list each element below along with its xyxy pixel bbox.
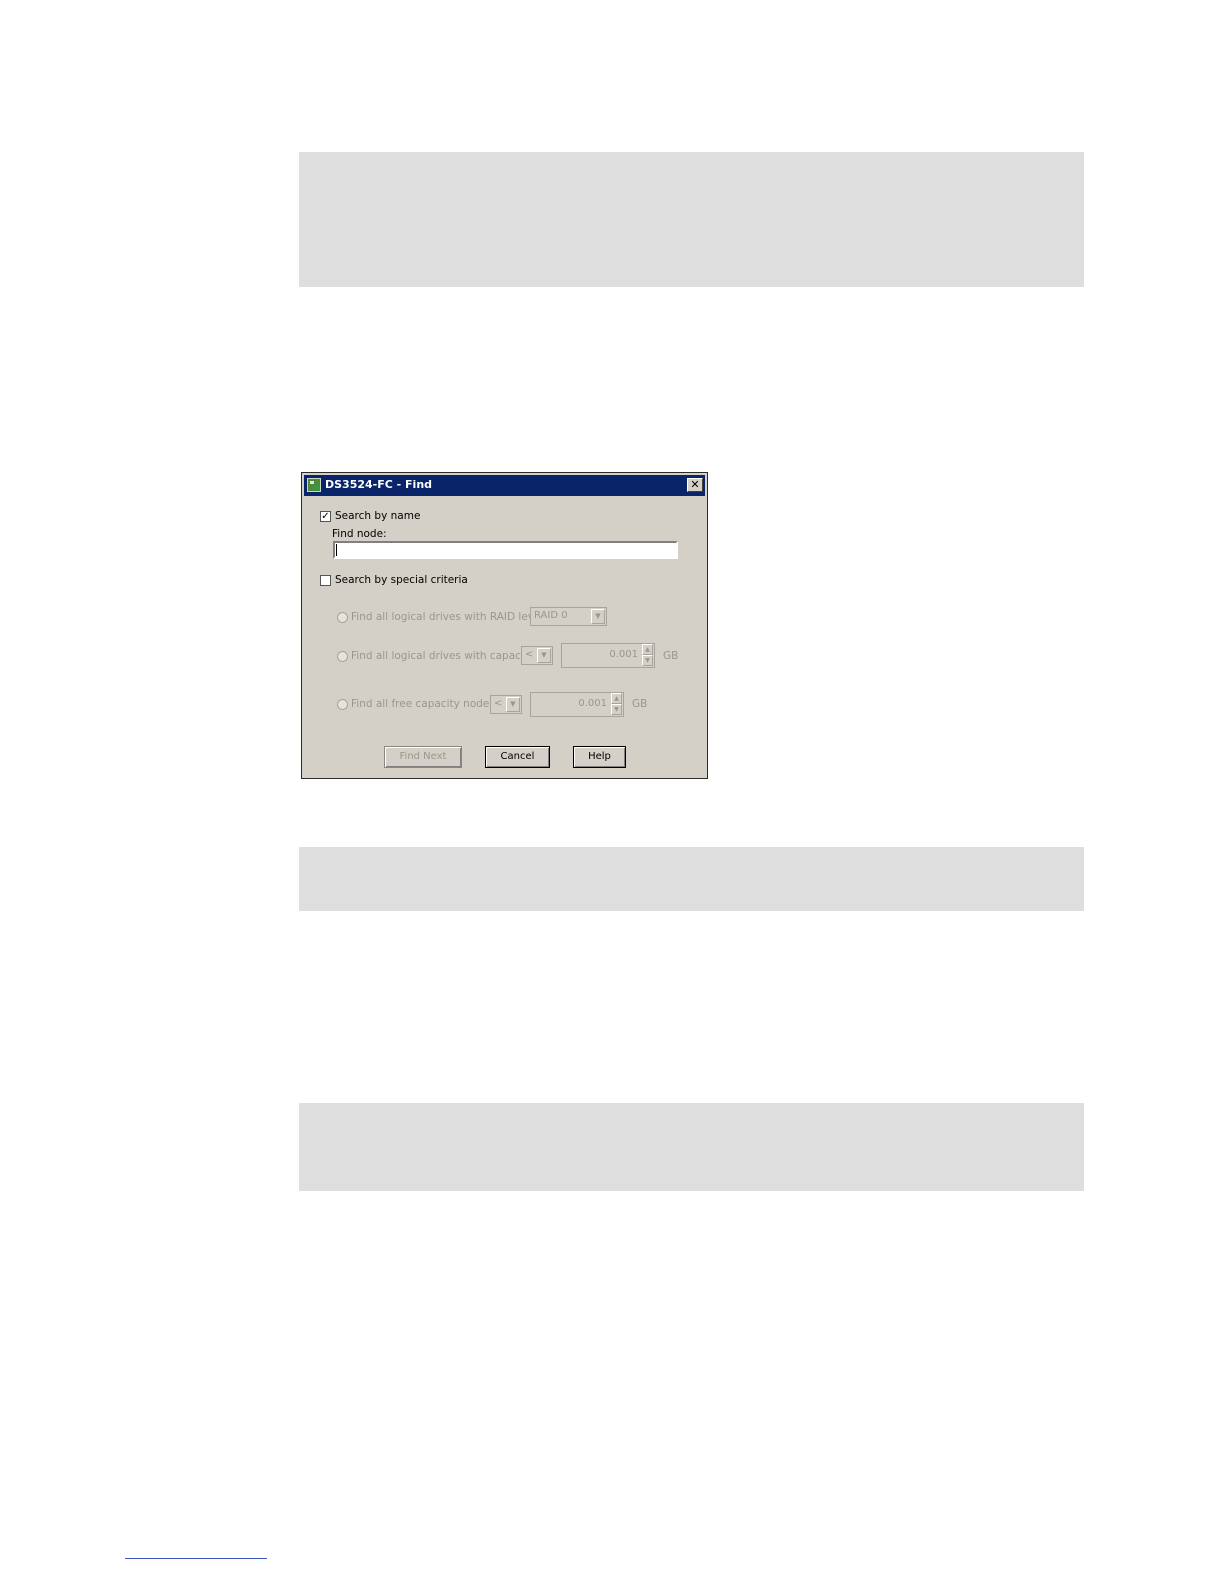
- raid-level-value: RAID 0: [534, 610, 568, 621]
- storage-app-icon: [307, 478, 321, 492]
- free-capacity-unit: GB: [632, 698, 648, 710]
- search-by-name-checkbox[interactable]: ✓: [320, 511, 331, 522]
- search-by-special-label[interactable]: Search by special criteria: [335, 574, 468, 586]
- capacity-label: Find all logical drives with capacity: [351, 650, 535, 662]
- capacity-spinner[interactable]: 0.001 ▲ ▼: [561, 643, 655, 668]
- help-button[interactable]: Help: [573, 746, 626, 768]
- raid-level-select[interactable]: RAID 0 ▼: [530, 607, 607, 626]
- search-by-special-checkbox[interactable]: [320, 575, 331, 586]
- free-operator-select[interactable]: < ▼: [490, 695, 522, 714]
- close-icon: ✕: [690, 478, 700, 491]
- spin-down-icon[interactable]: ▼: [611, 704, 622, 715]
- search-by-name-label[interactable]: Search by name: [335, 510, 420, 522]
- cancel-button[interactable]: Cancel: [485, 746, 550, 768]
- chevron-down-icon: ▼: [537, 648, 551, 663]
- spin-up-icon[interactable]: ▲: [611, 693, 622, 704]
- find-node-label: Find node:: [332, 528, 387, 540]
- raid-level-label: Find all logical drives with RAID level: [351, 611, 544, 623]
- capacity-value: 0.001: [609, 649, 638, 660]
- checkmark-icon: ✓: [321, 511, 330, 522]
- free-capacity-value: 0.001: [578, 698, 607, 709]
- spin-down-icon[interactable]: ▼: [642, 655, 653, 666]
- find-dialog: DS3524-FC - Find ✕ ✓ Search by name Find…: [301, 472, 708, 779]
- spin-up-icon[interactable]: ▲: [642, 644, 653, 655]
- free-operator-value: <: [494, 698, 503, 709]
- chevron-down-icon: ▼: [506, 697, 520, 712]
- dialog-titlebar[interactable]: DS3524-FC - Find ✕: [304, 475, 705, 496]
- redacted-text-block-middle: [299, 847, 1084, 911]
- capacity-radio[interactable]: [337, 651, 348, 662]
- capacity-operator-value: <: [525, 649, 534, 660]
- redacted-text-block-bottom: [299, 1103, 1084, 1191]
- free-capacity-label: Find all free capacity nodes: [351, 698, 495, 710]
- find-node-input[interactable]: [333, 541, 678, 559]
- capacity-operator-select[interactable]: < ▼: [521, 646, 553, 665]
- chevron-down-icon: ▼: [591, 609, 605, 624]
- free-capacity-radio[interactable]: [337, 699, 348, 710]
- capacity-unit: GB: [663, 650, 679, 662]
- free-capacity-spinner[interactable]: 0.001 ▲ ▼: [530, 692, 624, 717]
- redacted-text-block-top: [299, 152, 1084, 287]
- find-next-button[interactable]: Find Next: [384, 746, 462, 768]
- raid-level-radio[interactable]: [337, 612, 348, 623]
- dialog-title: DS3524-FC - Find: [325, 478, 433, 491]
- close-button[interactable]: ✕: [687, 478, 703, 492]
- footnote-rule: [125, 1558, 267, 1559]
- text-caret: [336, 544, 337, 556]
